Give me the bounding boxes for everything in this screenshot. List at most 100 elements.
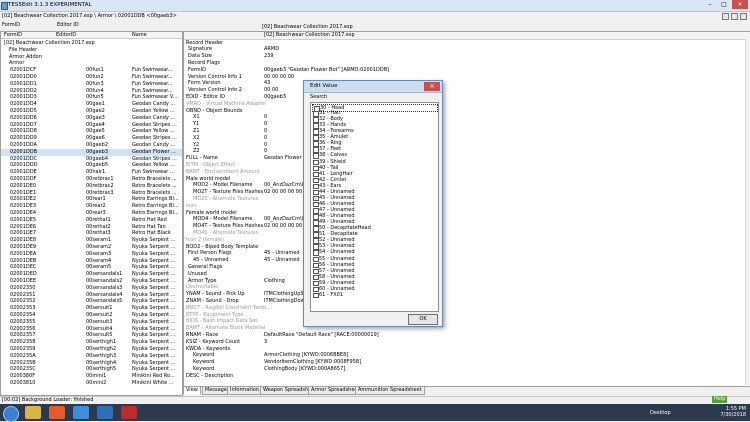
chrome-icon[interactable] [73, 406, 89, 419]
record-row[interactable]: General Flags [184, 264, 750, 271]
record-row[interactable]: RNAM - Race DefaultRace "Default Race" [R… [184, 332, 750, 339]
record-row[interactable]: Destructable [184, 284, 750, 291]
tree-row[interactable]: 02001DD7 00gae4 Geodan Stripes ... [1, 122, 182, 129]
tree-row[interactable]: 02002358 00serthigh1 Nyuka Serpent ... [1, 339, 182, 346]
record-row[interactable]: 45 - Unnamed 45 - Unnamed [184, 257, 750, 264]
tree-row[interactable]: 02001DE5 00rethat1 Retro Hat Red [1, 217, 182, 224]
record-row[interactable]: Record Flags [184, 60, 750, 67]
tree-row[interactable]: 02001DE9 00seram2 Nyuka Serpent ... [1, 244, 182, 251]
ok-button[interactable]: OK [408, 314, 438, 325]
record-row[interactable]: MO4T - Texture Files Hashes 02 00 00 00 0… [184, 223, 750, 230]
tree-row[interactable]: 02002353 00sersuit1 Nyuka Serpent ... [1, 305, 182, 312]
record-row[interactable]: MO2S - Alternate Textures [184, 196, 750, 203]
record-row[interactable]: OBND - Object Bounds [184, 108, 750, 115]
tree-row[interactable]: 02001DE0 00retbrac2 Retro Bracelets ... [1, 183, 182, 190]
tree-row[interactable]: 02001DD8 00gae5 Geodan Yellow ... [1, 128, 182, 135]
tree-row[interactable]: 02001DD6 00gae3 Geodan Candy ... [1, 115, 182, 122]
tes5edit-icon[interactable] [121, 406, 137, 419]
record-row[interactable]: Version Control Info 2 00 00 [184, 87, 750, 94]
tree-row[interactable]: 02002356 00sersuit4 Nyuka Serpent ... [1, 326, 182, 333]
tree-row[interactable]: 02001DE3 00rear2 Retro Earrings Bl... [1, 203, 182, 210]
tree-row[interactable]: 02001DEC 00seram5 Nyuka Serpent ... [1, 264, 182, 271]
forward-arrow-icon[interactable] [731, 13, 738, 20]
record-row[interactable]: MOD2 - Model Filename 00_AnzDazCm\GND.nif [184, 182, 750, 189]
column-formid[interactable]: FormID [4, 32, 22, 38]
record-row[interactable]: Keyword VendorItemClothing [KYWD:0008F958… [184, 359, 750, 366]
vertical-scrollbar[interactable] [745, 39, 750, 385]
tree-row[interactable]: 02001DE8 00seram1 Nyuka Serpent ... [1, 237, 182, 244]
tree-row[interactable]: 0200235B 00serthigh4 Nyuka Serpent ... [1, 360, 182, 367]
menu-icon[interactable] [740, 13, 747, 20]
tree-row[interactable]: 02001DED 00sersandals1 Nyuka Serpent ... [1, 271, 182, 278]
record-row[interactable]: MOD4 - Model Filename 00_AnzDazCm\GND.nif [184, 216, 750, 223]
record-row[interactable]: Version Control Info 1 00 00 00 00 [184, 74, 750, 81]
tree-row[interactable]: 02002352 00sersandals5 Nyuka Serpent ... [1, 298, 182, 305]
tree-row[interactable]: 02002355 00sersuit3 Nyuka Serpent ... [1, 319, 182, 326]
record-row[interactable]: Male world model [184, 176, 750, 183]
record-row[interactable]: ETYP - Equipment Type [184, 312, 750, 319]
record-row[interactable]: KWDA - Keywords [184, 346, 750, 353]
record-row[interactable]: Keyword ClothingBody [KYWD:000A8657] [184, 366, 750, 373]
desktop-label[interactable]: Desktop [650, 410, 671, 416]
bottom-tab[interactable]: Information [227, 386, 262, 395]
tree-row[interactable]: 02001DD5 00gae2 Geodan Yellow ... [1, 108, 182, 115]
start-button[interactable] [3, 406, 19, 422]
record-row[interactable]: Unused [184, 271, 750, 278]
tree-row[interactable]: 02001DDB 00gaeb3 Geodan Flower ... [1, 148, 182, 156]
flag-checklist[interactable]: 30 - Head 31 - Hair 32 - Body 33 - Hands 34 … [310, 102, 439, 312]
tab-editorid[interactable]: Editor ID [57, 22, 79, 28]
record-row[interactable]: BAMT - Alternate Block Material [184, 325, 750, 332]
record-row[interactable]: First Person Flags 45 - Unnamed [184, 250, 750, 257]
record-row[interactable]: MO2T - Texture Files Hashes 02 00 00 00 0… [184, 189, 750, 196]
tree-node[interactable]: File Header [1, 47, 182, 54]
tree-row[interactable]: 02001DD0 00fun2 Fun Swimwear... [1, 74, 182, 81]
record-row[interactable]: Z2 0 [184, 148, 750, 155]
record-row[interactable]: YNAM - Sound - Pick UpITMClothingUpSD [S… [184, 291, 750, 298]
column-name[interactable]: Name [132, 32, 147, 38]
record-row[interactable]: ZNAM - Sound - DropITMClothingDownSD [SN… [184, 298, 750, 305]
column-editorid[interactable]: EditorID [56, 32, 76, 38]
record-row[interactable]: FormID 00gaeb3 "Geodan Flower Bot" [ARMO:… [184, 67, 750, 74]
search-label[interactable]: Search [310, 94, 327, 100]
record-row[interactable]: BOD2 - Biped Body Template [184, 244, 750, 251]
tree-row[interactable]: 02001DEE 00sersandals2 Nyuka Serpent ... [1, 278, 182, 285]
tree-row[interactable]: 02001DD4 00gae1 Geodan Candy ... [1, 101, 182, 108]
close-icon[interactable]: ✕ [732, 0, 748, 9]
record-row[interactable]: EITM - Object Effect [184, 162, 750, 169]
tree-row[interactable]: 02001DCF 00fun1 Fun Swimwear... [1, 67, 182, 74]
back-arrow-icon[interactable] [722, 13, 729, 20]
record-row[interactable]: Data Size 239 [184, 53, 750, 60]
help-button[interactable]: Help [712, 396, 728, 403]
tree-node[interactable]: Armor Addon [1, 54, 182, 61]
record-row[interactable]: VMAD - Virtual Machine Adapter [184, 101, 750, 108]
tree-row[interactable]: 02001DEA 00seram3 Nyuka Serpent ... [1, 251, 182, 258]
maximize-icon[interactable]: □ [718, 0, 730, 9]
record-row[interactable]: DESC - Description [184, 373, 750, 380]
tree-row[interactable]: 0200235C 00serthigh5 Nyuka Serpent ... [1, 366, 182, 373]
record-row[interactable]: EAMT - Enchantment Amount [184, 169, 750, 176]
record-row[interactable]: Armor Type Clothing [184, 278, 750, 285]
record-row[interactable]: Icon [184, 203, 750, 210]
tree-node[interactable]: [02] Beachwear Collection 2017.esp [1, 40, 182, 47]
tree-node[interactable]: Armor [1, 60, 182, 67]
record-row[interactable]: Y1 0 [184, 121, 750, 128]
record-row[interactable]: MO4S - Alternate Textures [184, 230, 750, 237]
tree-row[interactable]: 02002359 00serthigh2 Nyuka Serpent ... [1, 346, 182, 353]
tree-row[interactable]: 02002351 00sersandals4 Nyuka Serpent ... [1, 292, 182, 299]
tree-row[interactable]: 02002350 00sersandals3 Nyuka Serpent ... [1, 285, 182, 292]
record-row[interactable]: Z1 0 [184, 128, 750, 135]
record-row[interactable]: BIDS - Bash Impact Data Set [184, 318, 750, 325]
record-row[interactable]: Y2 0 [184, 142, 750, 149]
clock[interactable]: 1:55 PM 7/30/2018 [720, 406, 746, 418]
tree-row[interactable]: 02001DDF 00retbrac1 Retro Bracelets ... [1, 176, 182, 183]
record-row[interactable]: FULL - Name Geodan Flower Bot [184, 155, 750, 162]
record-tree[interactable]: FormID EditorID Name [02] Beachwear Coll… [0, 31, 183, 396]
bottom-tab[interactable]: Ammunition Spreadsheet [355, 386, 425, 395]
record-row[interactable]: Form Version 43 [184, 80, 750, 87]
record-row[interactable]: Female world model [184, 210, 750, 217]
tree-row[interactable]: 0200380F 00mini1 Minikini Red Ro... [1, 373, 182, 380]
dialog-close-icon[interactable]: ✕ [424, 82, 440, 91]
minimize-icon[interactable]: – [704, 0, 716, 9]
tree-row[interactable]: 02002354 00sersuit2 Nyuka Serpent ... [1, 312, 182, 319]
tree-row[interactable]: 02001DDD 00gaeb5 Geodan Yellow ... [1, 162, 182, 169]
